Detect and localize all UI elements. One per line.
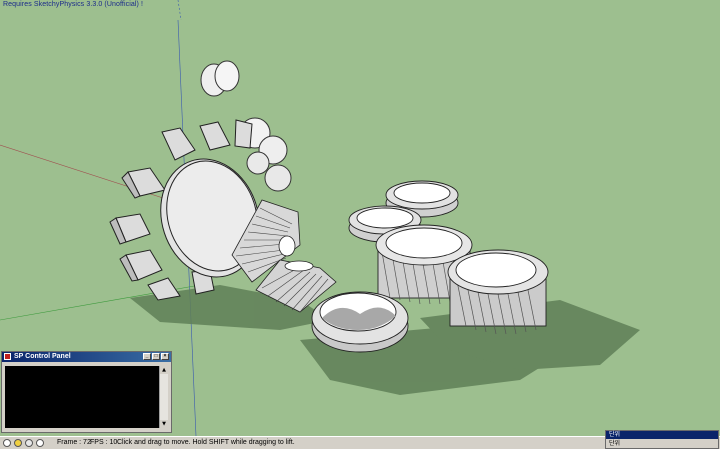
plugin-banner: Requires SketchyPhysics 3.3.0 (Unofficia… bbox=[3, 1, 144, 8]
sp-panel-scrollbar[interactable]: ▲ ▼ bbox=[159, 366, 168, 428]
minimize-button[interactable]: _ bbox=[143, 353, 151, 360]
geo-location-icon[interactable] bbox=[3, 439, 11, 447]
measurements-title: 단위 bbox=[606, 431, 718, 439]
app-icon bbox=[4, 353, 11, 360]
sp-panel-display bbox=[5, 366, 160, 428]
scroll-up-icon[interactable]: ▲ bbox=[160, 366, 168, 374]
maximize-button[interactable]: □ bbox=[152, 353, 160, 360]
help-icon[interactable] bbox=[36, 439, 44, 447]
user-icon[interactable] bbox=[25, 439, 33, 447]
scroll-down-icon[interactable]: ▼ bbox=[160, 420, 168, 428]
fps-counter: FPS : 10 bbox=[90, 439, 118, 446]
sp-control-panel-window[interactable]: SP Control Panel _ □ × ▲ ▼ bbox=[1, 351, 172, 433]
status-hint: Click and drag to move. Hold SHIFT while… bbox=[117, 439, 295, 446]
sp-panel-titlebar[interactable]: SP Control Panel _ □ × bbox=[2, 352, 171, 362]
sp-panel-title: SP Control Panel bbox=[14, 353, 71, 360]
close-button[interactable]: × bbox=[161, 353, 169, 360]
flat-gear[interactable] bbox=[311, 291, 409, 353]
measurements-label: 단위 bbox=[609, 440, 621, 447]
credits-icon[interactable] bbox=[14, 439, 22, 447]
measurements-box[interactable]: 단위 단위 bbox=[605, 430, 719, 449]
frame-counter: Frame : 72 bbox=[57, 439, 91, 446]
